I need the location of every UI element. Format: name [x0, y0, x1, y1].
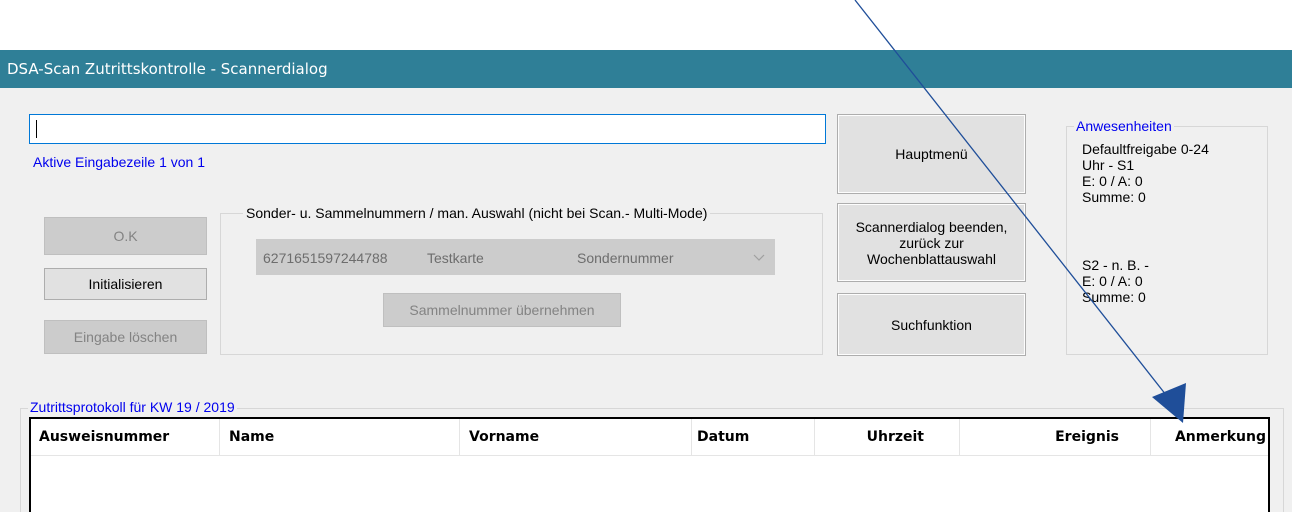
annotation-arrow-icon [854, 0, 1186, 423]
